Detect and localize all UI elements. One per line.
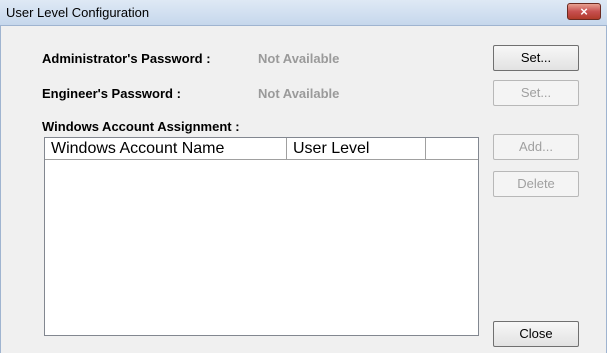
column-header-account-name[interactable]: Windows Account Name — [45, 138, 287, 160]
windows-account-list[interactable]: Windows Account Name User Level — [44, 137, 479, 336]
set-admin-password-button[interactable]: Set... — [493, 45, 579, 71]
column-header-user-level[interactable]: User Level — [287, 138, 426, 160]
title-bar: User Level Configuration × — [0, 0, 607, 26]
window-close-button[interactable]: × — [567, 3, 601, 20]
close-button[interactable]: Close — [493, 321, 579, 347]
dialog-body: Administrator's Password : Not Available… — [0, 26, 607, 353]
engineer-password-label: Engineer's Password : — [42, 86, 181, 101]
admin-password-status: Not Available — [258, 51, 340, 66]
window-title: User Level Configuration — [6, 5, 150, 20]
column-header-filler — [426, 138, 478, 160]
close-icon: × — [580, 4, 588, 19]
engineer-password-status: Not Available — [258, 86, 340, 101]
delete-account-button[interactable]: Delete — [493, 171, 579, 197]
add-account-button[interactable]: Add... — [493, 134, 579, 160]
set-engineer-password-button[interactable]: Set... — [493, 80, 579, 106]
admin-password-label: Administrator's Password : — [42, 51, 211, 66]
windows-account-label: Windows Account Assignment : — [42, 119, 240, 134]
